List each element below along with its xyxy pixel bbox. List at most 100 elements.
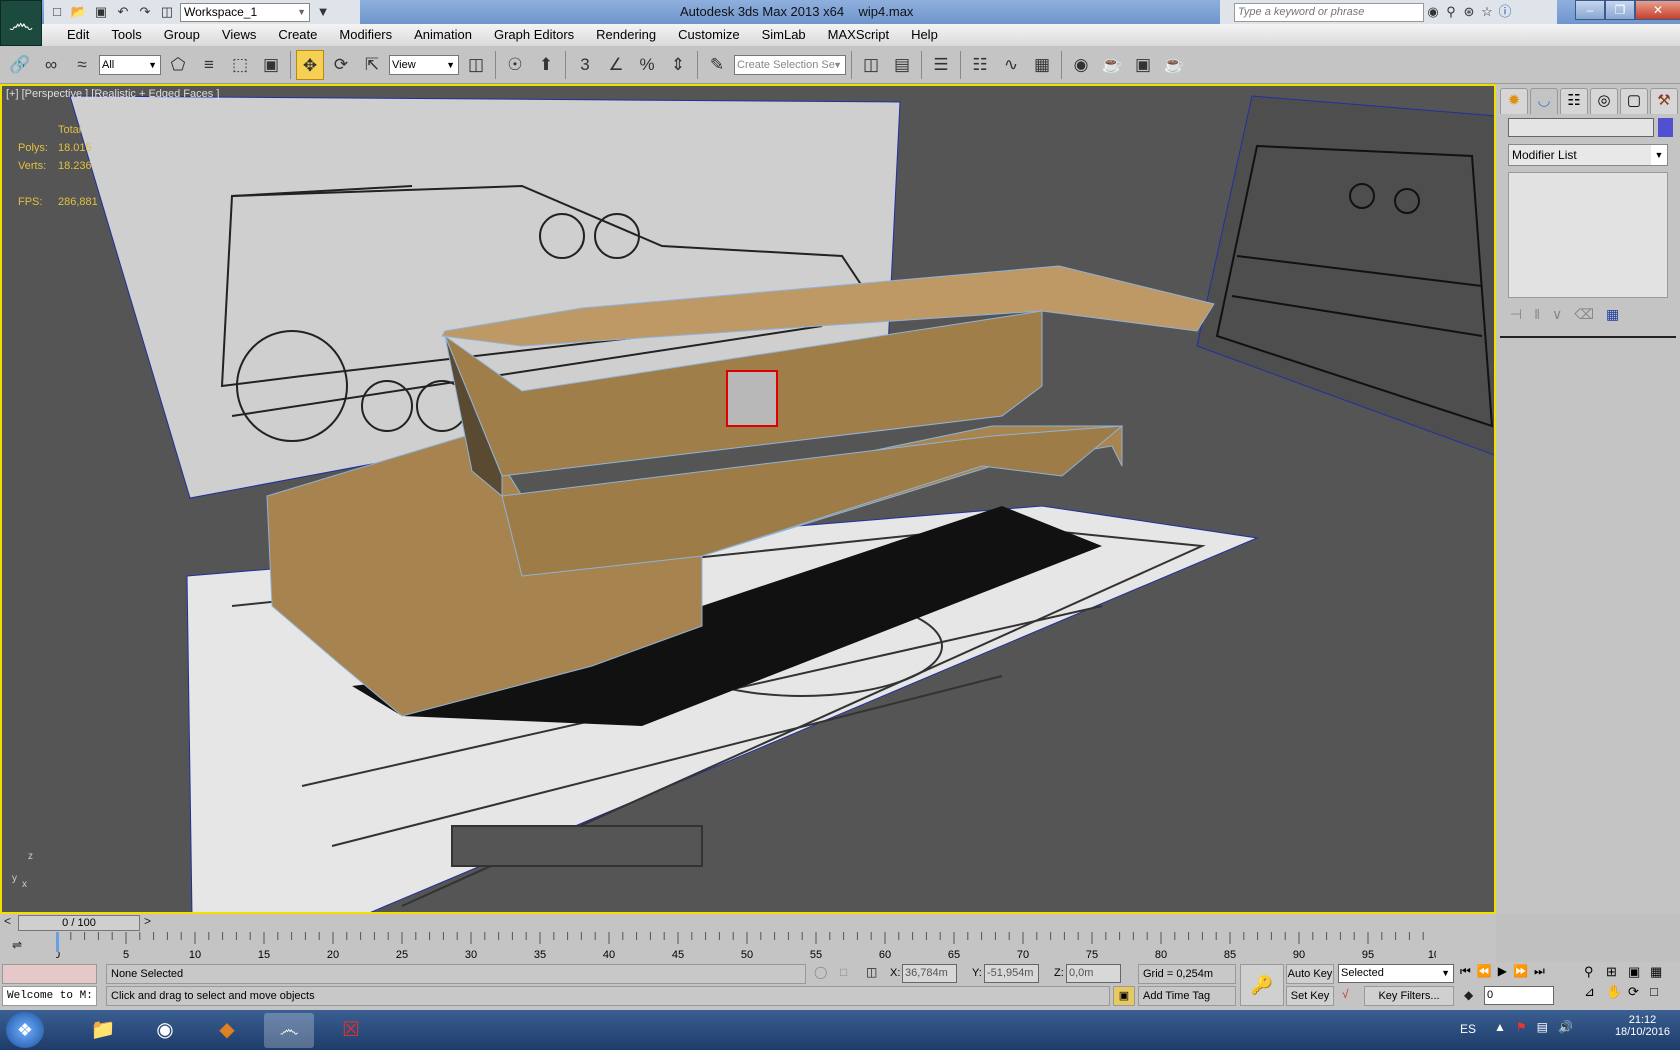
time-tag-icon[interactable]: ▣ xyxy=(1113,986,1135,1006)
menu-rendering[interactable]: Rendering xyxy=(585,24,667,46)
reference-coordinate-dropdown[interactable]: View ▼ xyxy=(389,54,459,75)
taskbar-3ds-max[interactable]: ෴ xyxy=(264,1013,314,1048)
object-color-swatch[interactable] xyxy=(1658,118,1673,137)
manipulate-icon[interactable]: ☉ xyxy=(501,50,529,80)
zoom-extents-all-icon[interactable]: ▦ xyxy=(1650,964,1672,980)
menu-maxscript[interactable]: MAXScript xyxy=(817,24,900,46)
show-hidden-icons[interactable]: ▲ xyxy=(1494,1020,1506,1034)
make-unique-icon[interactable]: ∨ xyxy=(1552,306,1562,323)
workspace-dropdown[interactable]: Workspace_1 ▼ xyxy=(180,2,310,22)
menu-animation[interactable]: Animation xyxy=(403,24,483,46)
show-end-result-icon[interactable]: ‖ xyxy=(1534,306,1540,323)
previous-frame-arrow[interactable]: < xyxy=(4,914,11,928)
taskbar-autodesk-app[interactable]: ◆ xyxy=(202,1013,252,1048)
field-of-view-icon[interactable]: ⊿ xyxy=(1584,984,1606,1000)
window-crossing-icon[interactable]: ▣ xyxy=(257,50,285,80)
satellite-icon[interactable]: ⊛ xyxy=(1460,3,1478,21)
y-coordinate-field[interactable]: -51,954m xyxy=(984,964,1039,983)
zoom-extents-icon[interactable]: ▣ xyxy=(1628,964,1650,980)
named-selection-sets-dropdown[interactable]: Create Selection Se ▼ xyxy=(734,54,846,75)
go-to-start-icon[interactable]: ⏮ xyxy=(1460,964,1471,979)
rendered-frame-window-icon[interactable]: ▣ xyxy=(1129,50,1157,80)
volume-icon[interactable]: 🔊 xyxy=(1558,1020,1573,1034)
curve-editor-icon[interactable]: ∿ xyxy=(997,50,1025,80)
zoom-all-icon[interactable]: ⊞ xyxy=(1606,964,1628,980)
project-folder-icon[interactable]: ◫ xyxy=(158,3,176,21)
create-tab[interactable]: ✹ xyxy=(1500,88,1528,114)
undo-icon[interactable]: ↶ xyxy=(114,3,132,21)
keyboard-shortcut-override-icon[interactable]: ⬆ xyxy=(532,50,560,80)
set-keys-key-icon[interactable]: 🔑 xyxy=(1240,964,1284,1006)
current-frame-field[interactable]: 0 xyxy=(1484,986,1554,1005)
modifier-stack[interactable] xyxy=(1508,172,1668,298)
select-and-scale-icon[interactable]: ⇱ xyxy=(358,50,386,80)
redo-icon[interactable]: ↷ xyxy=(136,3,154,21)
percent-snap-icon[interactable]: % xyxy=(633,50,661,80)
select-by-name-icon[interactable]: ≡ xyxy=(195,50,223,80)
material-editor-icon[interactable]: ◉ xyxy=(1067,50,1095,80)
binoculars-icon[interactable]: ◉ xyxy=(1424,3,1442,21)
key-icon[interactable]: ⚲ xyxy=(1442,3,1460,21)
maximize-viewport-icon[interactable]: □ xyxy=(1650,984,1672,1000)
utilities-tab[interactable]: ⚒ xyxy=(1650,88,1678,114)
curve-editor-mini-icon[interactable]: ⇌ xyxy=(12,938,22,952)
zoom-icon[interactable]: ⚲ xyxy=(1584,964,1606,980)
next-frame-arrow[interactable]: > xyxy=(144,914,151,928)
maxscript-mini-listener-pink[interactable] xyxy=(2,964,97,984)
action-center-icon[interactable]: ⚑ xyxy=(1516,1020,1527,1034)
pin-stack-icon[interactable]: ⊣ xyxy=(1510,306,1522,323)
edit-named-selection-icon[interactable]: ✎ xyxy=(703,50,731,80)
taskbar-firefox[interactable]: ◉ xyxy=(140,1013,190,1048)
select-and-link-icon[interactable]: 🔗 xyxy=(6,50,34,80)
minimize-button[interactable]: – xyxy=(1575,0,1605,20)
selection-lock-icon[interactable]: □ xyxy=(840,965,847,979)
mirror-icon[interactable]: ◫ xyxy=(857,50,885,80)
star-icon[interactable]: ☆ xyxy=(1478,3,1496,21)
network-icon[interactable]: ▤ xyxy=(1537,1020,1548,1034)
previous-key-icon[interactable]: ⏪ xyxy=(1477,964,1492,979)
menu-help[interactable]: Help xyxy=(900,24,949,46)
select-and-rotate-icon[interactable]: ⟳ xyxy=(327,50,355,80)
snaps-toggle-icon[interactable]: 3 xyxy=(571,50,599,80)
select-object-icon[interactable]: ⬠ xyxy=(164,50,192,80)
app-logo-button[interactable]: ෴ xyxy=(0,0,42,46)
modify-tab[interactable]: ◡ xyxy=(1530,88,1558,114)
display-tab[interactable]: ▢ xyxy=(1620,88,1648,114)
unlink-icon[interactable]: ∞ xyxy=(37,50,65,80)
align-icon[interactable]: ▤ xyxy=(888,50,916,80)
remove-modifier-icon[interactable]: ⌫ xyxy=(1574,306,1594,323)
close-button[interactable]: ✕ xyxy=(1635,0,1680,20)
layer-manager-icon[interactable]: ☰ xyxy=(927,50,955,80)
new-icon[interactable]: □ xyxy=(48,3,66,21)
auto-key-button[interactable]: Auto Key xyxy=(1286,964,1334,984)
menu-create[interactable]: Create xyxy=(267,24,328,46)
key-mode-toggle-icon[interactable]: ◆ xyxy=(1464,988,1473,1002)
maxscript-mini-listener[interactable]: Welcome to M: xyxy=(2,986,97,1006)
go-to-end-icon[interactable]: ⏭ xyxy=(1534,964,1545,979)
angle-snap-icon[interactable]: ∠ xyxy=(602,50,630,80)
customize-quick-access-icon[interactable]: ▼ xyxy=(314,3,332,21)
open-icon[interactable]: 📂 xyxy=(70,3,88,21)
set-key-button[interactable]: Set Key xyxy=(1286,986,1334,1006)
render-setup-icon[interactable]: ☕ xyxy=(1098,50,1126,80)
taskbar-acrobat[interactable]: ☒ xyxy=(326,1013,376,1048)
save-icon[interactable]: ▣ xyxy=(92,3,110,21)
language-indicator[interactable]: ES xyxy=(1460,1022,1476,1036)
rectangular-selection-icon[interactable]: ⬚ xyxy=(226,50,254,80)
search-input[interactable] xyxy=(1234,2,1424,22)
pan-icon[interactable]: ✋ xyxy=(1606,984,1628,1000)
render-production-icon[interactable]: ☕ xyxy=(1160,50,1188,80)
absolute-mode-icon[interactable]: ◫ xyxy=(866,965,877,979)
time-slider-thumb[interactable]: 0 / 100 xyxy=(18,915,140,931)
restore-button[interactable]: ❐ xyxy=(1605,0,1635,20)
hierarchy-tab[interactable]: ☷ xyxy=(1560,88,1588,114)
play-icon[interactable]: ▶ xyxy=(1498,964,1507,979)
configure-modifier-sets-icon[interactable]: ▦ xyxy=(1606,306,1619,323)
x-coordinate-field[interactable]: 36,784m xyxy=(902,964,957,983)
orbit-icon[interactable]: ⟳ xyxy=(1628,984,1650,1000)
clock[interactable]: 21:12 18/10/2016 xyxy=(1615,1014,1670,1038)
taskbar-explorer[interactable]: 📁 xyxy=(78,1013,128,1048)
menu-customize[interactable]: Customize xyxy=(667,24,750,46)
motion-tab[interactable]: ◎ xyxy=(1590,88,1618,114)
scene-explorer-icon[interactable]: ☷ xyxy=(966,50,994,80)
